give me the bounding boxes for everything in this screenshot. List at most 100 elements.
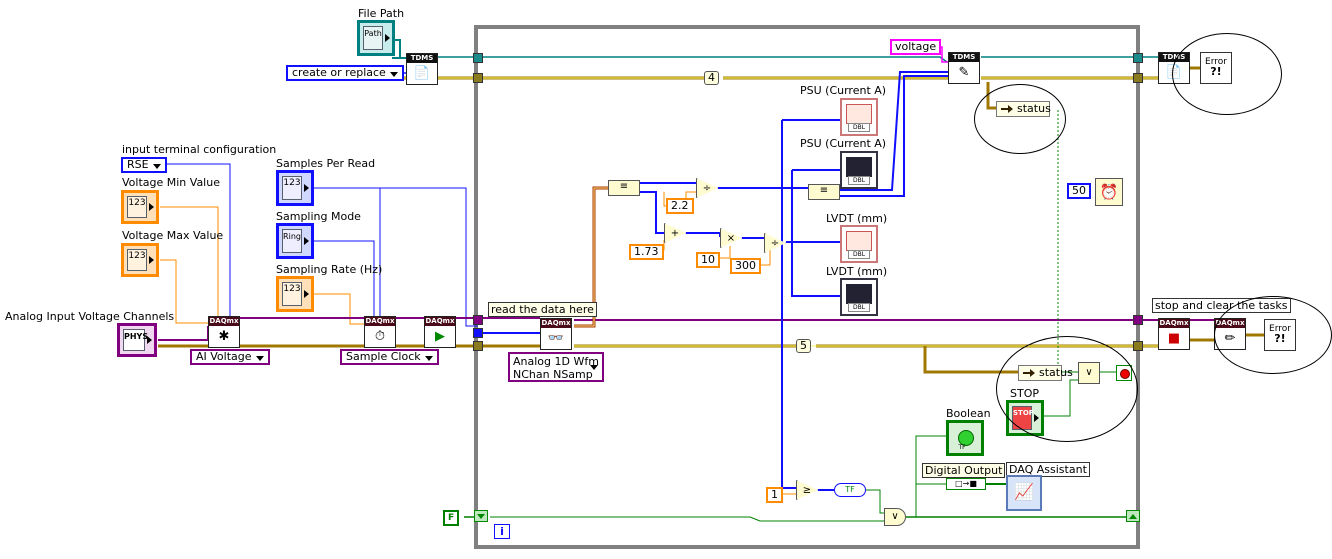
voltage-min-control[interactable]: 123 [121,190,159,224]
digital-output-label: Digital Output [922,463,1006,478]
graph-type-tag: DBL [848,176,870,185]
build-array-node[interactable]: ≡ [808,184,840,200]
create-or-replace-enum[interactable]: create or replace [286,65,404,81]
tdms-header: TDMS [407,54,437,63]
daqmx-read-node[interactable]: DAQmx 👓 [540,318,572,350]
input-terminal-config-label: input terminal configuration [122,143,277,156]
path-text: Path [363,26,383,50]
or-node-loop[interactable]: ∨ [884,508,906,526]
output-arrow-icon [149,256,154,264]
voltage-min-label: Voltage Min Value [122,176,220,189]
output-arrow-icon [304,184,309,192]
chart-type-tag: DBL [848,123,870,132]
boolean-label: Boolean [946,407,991,420]
highlight-ellipse-tdms-error [1172,33,1282,115]
daq-assistant-express-vi[interactable]: 📈 [1006,475,1042,511]
analog-wfm-selector[interactable]: Analog 1D Wfm NChan NSamp [508,352,604,382]
file-path-control[interactable]: Path [357,20,395,56]
tdms-open-node[interactable]: TDMS 📄 [406,53,438,85]
daqmx-header: DAQmx [209,317,239,326]
bool-shift-register-right [1126,510,1140,522]
output-arrow-icon [304,290,309,298]
tunnel-error-left [473,341,483,351]
graph-display [846,157,872,177]
wait-timer-node[interactable]: ⏰ [1095,178,1123,206]
tf-tag: TF [958,444,966,451]
output-arrow-icon [304,237,309,245]
chart-type-tag: DBL [848,250,870,259]
voltage-string-constant[interactable]: voltage [890,39,942,55]
output-arrow-icon [385,34,390,42]
psu-current-graph[interactable]: DBL [840,151,878,189]
sample-clock-selector[interactable]: Sample Clock [340,349,439,365]
psu-current-chart[interactable]: DBL [840,98,878,136]
lvdt-chart[interactable]: DBL [840,225,878,263]
samples-per-read-digits: 123 [282,176,302,200]
analog-wfm-line2: NChan NSamp [513,368,593,381]
tdms-open-icon: 📄 [413,66,431,81]
bool-shift-register-left [474,510,488,522]
daqmx-timing-node[interactable]: DAQmx ⏱ [364,316,396,348]
phys-text: PHYS [123,329,148,351]
to-boolean-node[interactable]: TF [834,483,866,497]
pencil-icon: ✎ [958,65,970,80]
lvdt-graph[interactable]: DBL [840,278,878,316]
highlight-ellipse-daq-error [1214,296,1332,374]
sampling-mode-label: Sampling Mode [276,210,361,223]
highlight-ellipse-stop [996,336,1138,442]
daqmx-header: DAQmx [541,319,571,328]
graph-display [846,284,872,304]
daqmx-start-task-node[interactable]: DAQmx ▶ [424,316,456,348]
constant-10[interactable]: 10 [696,252,720,268]
graph-type-tag: DBL [848,303,870,312]
loop-iteration-terminal: i [494,524,510,539]
tunnel-samples-left [473,328,483,338]
stop-task-icon: ■ [1167,331,1181,346]
daqmx-create-channel-node[interactable]: DAQmx ✱ [208,316,240,348]
daqmx-stop-task-node[interactable]: DAQmx ■ [1158,318,1190,350]
chart-display [846,231,872,251]
rse-enum[interactable]: RSE [121,157,167,173]
clock-icon: ⏱ [374,329,386,344]
tunnel-count-bottom: 5 [796,339,811,353]
voltage-max-control[interactable]: 123 [121,243,159,277]
analog-wfm-line1: Analog 1D Wfm [513,355,599,368]
read-glasses-icon: 👓 [547,331,565,346]
bool-to-array-node[interactable]: □→■ [946,478,986,490]
lvdt-label-1: LVDT (mm) [826,212,888,225]
samples-per-read-control[interactable]: 123 [276,170,314,206]
lvdt-label-2: LVDT (mm) [826,265,888,278]
constant-2-2[interactable]: 2.2 [666,198,694,214]
voltage-min-digits: 123 [127,196,147,218]
up-arrow-icon [1129,514,1137,519]
constant-1[interactable]: 1 [766,487,783,503]
shift-register-refnum-left [473,53,483,63]
ai-voltage-selector[interactable]: AI Voltage [190,349,270,365]
shift-register-error-right [1133,73,1143,83]
sampling-rate-label: Sampling Rate (Hz) [276,263,383,276]
tunnel-task-left [473,315,483,325]
analog-input-channels-label: Analog Input Voltage Channels [5,310,175,323]
daqmx-header: DAQmx [1159,319,1189,328]
sampling-mode-control[interactable]: Ring [276,223,314,259]
output-arrow-icon [147,336,152,344]
create-channel-icon: ✱ [218,329,230,344]
tunnel-count-top: 4 [704,71,719,85]
constant-1-73[interactable]: 1.73 [629,244,664,260]
false-constant[interactable]: F [443,510,460,526]
sampling-rate-control[interactable]: 123 [276,276,314,312]
chart-display [846,104,872,124]
psu-current-label-1: PSU (Current A) [800,84,887,97]
shift-register-refnum-right [1133,53,1143,63]
read-data-comment: read the data here [488,302,597,317]
wait-ms-constant[interactable]: 50 [1067,183,1091,199]
physical-channels-control[interactable]: PHYS [117,323,157,357]
split-signals-node[interactable]: ≡ [608,180,640,196]
tunnel-error-right [1133,341,1143,351]
tdms-write-node[interactable]: TDMS ✎ [948,52,980,84]
daqmx-header: DAQmx [425,317,455,326]
boolean-led-indicator: TF [946,420,984,456]
sampling-rate-digits: 123 [282,282,302,306]
file-path-label: File Path [358,7,405,20]
constant-300[interactable]: 300 [730,258,761,274]
